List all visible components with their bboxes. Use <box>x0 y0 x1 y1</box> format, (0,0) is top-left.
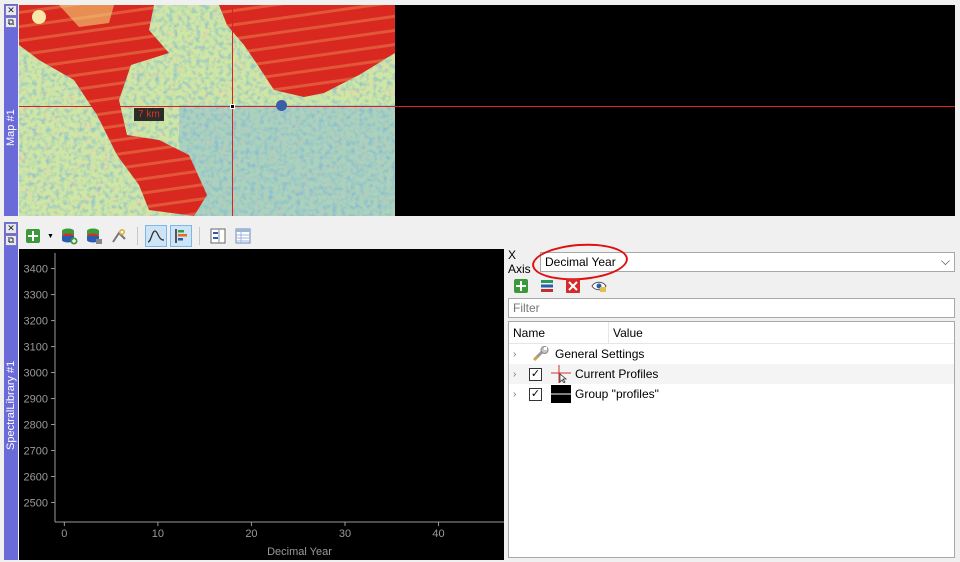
library-dock-close-button[interactable]: ✕ <box>5 223 17 234</box>
plot-svg: 2500 2600 2700 2800 2900 3000 3100 3200 3300 3400… <box>24 253 504 558</box>
plot-settings-panel: X Axis Decimal Year ⌵ Name <box>504 240 955 560</box>
settings-tree: Name Value › General Settings › ✓ Curren… <box>508 321 955 558</box>
add-profile-icon[interactable] <box>512 277 530 295</box>
y-tick-label: 2500 <box>24 498 48 510</box>
y-tick-label: 2900 <box>24 394 48 406</box>
x-tick-label: 20 <box>245 528 257 540</box>
y-tick-label: 3200 <box>24 316 48 328</box>
expand-arrow-icon[interactable]: › <box>513 369 525 380</box>
y-tick-label: 2600 <box>24 472 48 484</box>
filter-input[interactable] <box>508 298 955 318</box>
crosshair-cursor-icon <box>551 365 571 383</box>
x-tick-label: 0 <box>61 528 67 540</box>
library-dock-float-button[interactable]: ⧉ <box>5 235 17 246</box>
crosshair-center <box>230 104 235 109</box>
add-layer-icon[interactable] <box>58 225 80 247</box>
crosshair-horizontal-line <box>19 106 955 107</box>
remove-layer-icon[interactable] <box>83 225 105 247</box>
table-icon[interactable] <box>232 225 254 247</box>
spectral-library-dock: ✕ ⧉ SpectralLibrary #1 ▼ 2500 2600 2700 … <box>0 220 960 562</box>
expand-arrow-icon[interactable]: › <box>513 389 525 400</box>
y-tick-label: 3400 <box>24 264 48 276</box>
y-tick-label: 2800 <box>24 420 48 432</box>
tree-row-general-settings[interactable]: › General Settings <box>509 344 954 364</box>
library-toolbar: ▼ <box>19 223 955 249</box>
x-tick-label: 10 <box>152 528 164 540</box>
spectral-processing-icon[interactable] <box>108 225 130 247</box>
profile-plot[interactable]: 2500 2600 2700 2800 2900 3000 3100 3200 3300 3400… <box>19 249 504 560</box>
crosshair-scale-label: 7 km <box>134 108 164 121</box>
layer-settings-icon[interactable] <box>538 277 556 295</box>
column-header-name[interactable]: Name <box>509 322 609 343</box>
crosshair-vertical-line <box>232 5 233 216</box>
tree-row-label: Group "profiles" <box>575 387 659 401</box>
map-dock-title: Map #1 <box>5 109 17 147</box>
black-line-icon <box>551 385 571 403</box>
y-tick-label: 2700 <box>24 446 48 458</box>
map-dock: ✕ ⧉ Map #1 7 km <box>0 0 960 218</box>
toolbar-separator <box>199 227 200 245</box>
map-dock-close-button[interactable]: ✕ <box>5 5 17 16</box>
tree-row-label: General Settings <box>555 347 645 361</box>
map-dock-float-button[interactable]: ⧉ <box>5 17 17 28</box>
remove-profile-icon[interactable] <box>564 277 582 295</box>
band-view-icon[interactable] <box>170 225 192 247</box>
y-tick-label: 3100 <box>24 342 48 354</box>
toolbar-separator <box>137 227 138 245</box>
x-axis-title: Decimal Year <box>267 546 332 558</box>
current-profiles-checkbox[interactable]: ✓ <box>529 367 542 381</box>
tree-row-label: Current Profiles <box>575 367 659 381</box>
settings-icon-row <box>512 277 608 295</box>
add-profile-icon[interactable] <box>22 225 44 247</box>
visibility-eye-icon[interactable] <box>590 277 608 295</box>
expand-arrow-icon[interactable]: › <box>513 349 525 360</box>
location-marker <box>276 100 287 111</box>
x-tick-label: 30 <box>339 528 351 540</box>
tree-header: Name Value <box>509 322 954 344</box>
x-tick-label: 40 <box>432 528 444 540</box>
raster-image <box>19 5 395 216</box>
library-dock-title: SpectralLibrary #1 <box>5 360 17 450</box>
x-axis-row: X Axis Decimal Year ⌵ <box>506 240 955 284</box>
dropdown-arrow-icon[interactable]: ▼ <box>47 225 55 247</box>
profile-view-icon[interactable] <box>145 225 167 247</box>
layout-icon[interactable] <box>207 225 229 247</box>
y-tick-label: 3300 <box>24 290 48 302</box>
map-canvas[interactable]: 7 km <box>19 5 955 216</box>
tree-row-group-profiles[interactable]: › ✓ Group "profiles" <box>509 384 954 404</box>
y-tick-label: 3000 <box>24 368 48 380</box>
tree-row-current-profiles[interactable]: › ✓ Current Profiles <box>509 364 954 384</box>
chevron-down-icon: ⌵ <box>940 254 950 268</box>
wrench-icon <box>531 345 551 363</box>
column-header-value[interactable]: Value <box>609 322 647 343</box>
group-profiles-checkbox[interactable]: ✓ <box>529 387 542 401</box>
